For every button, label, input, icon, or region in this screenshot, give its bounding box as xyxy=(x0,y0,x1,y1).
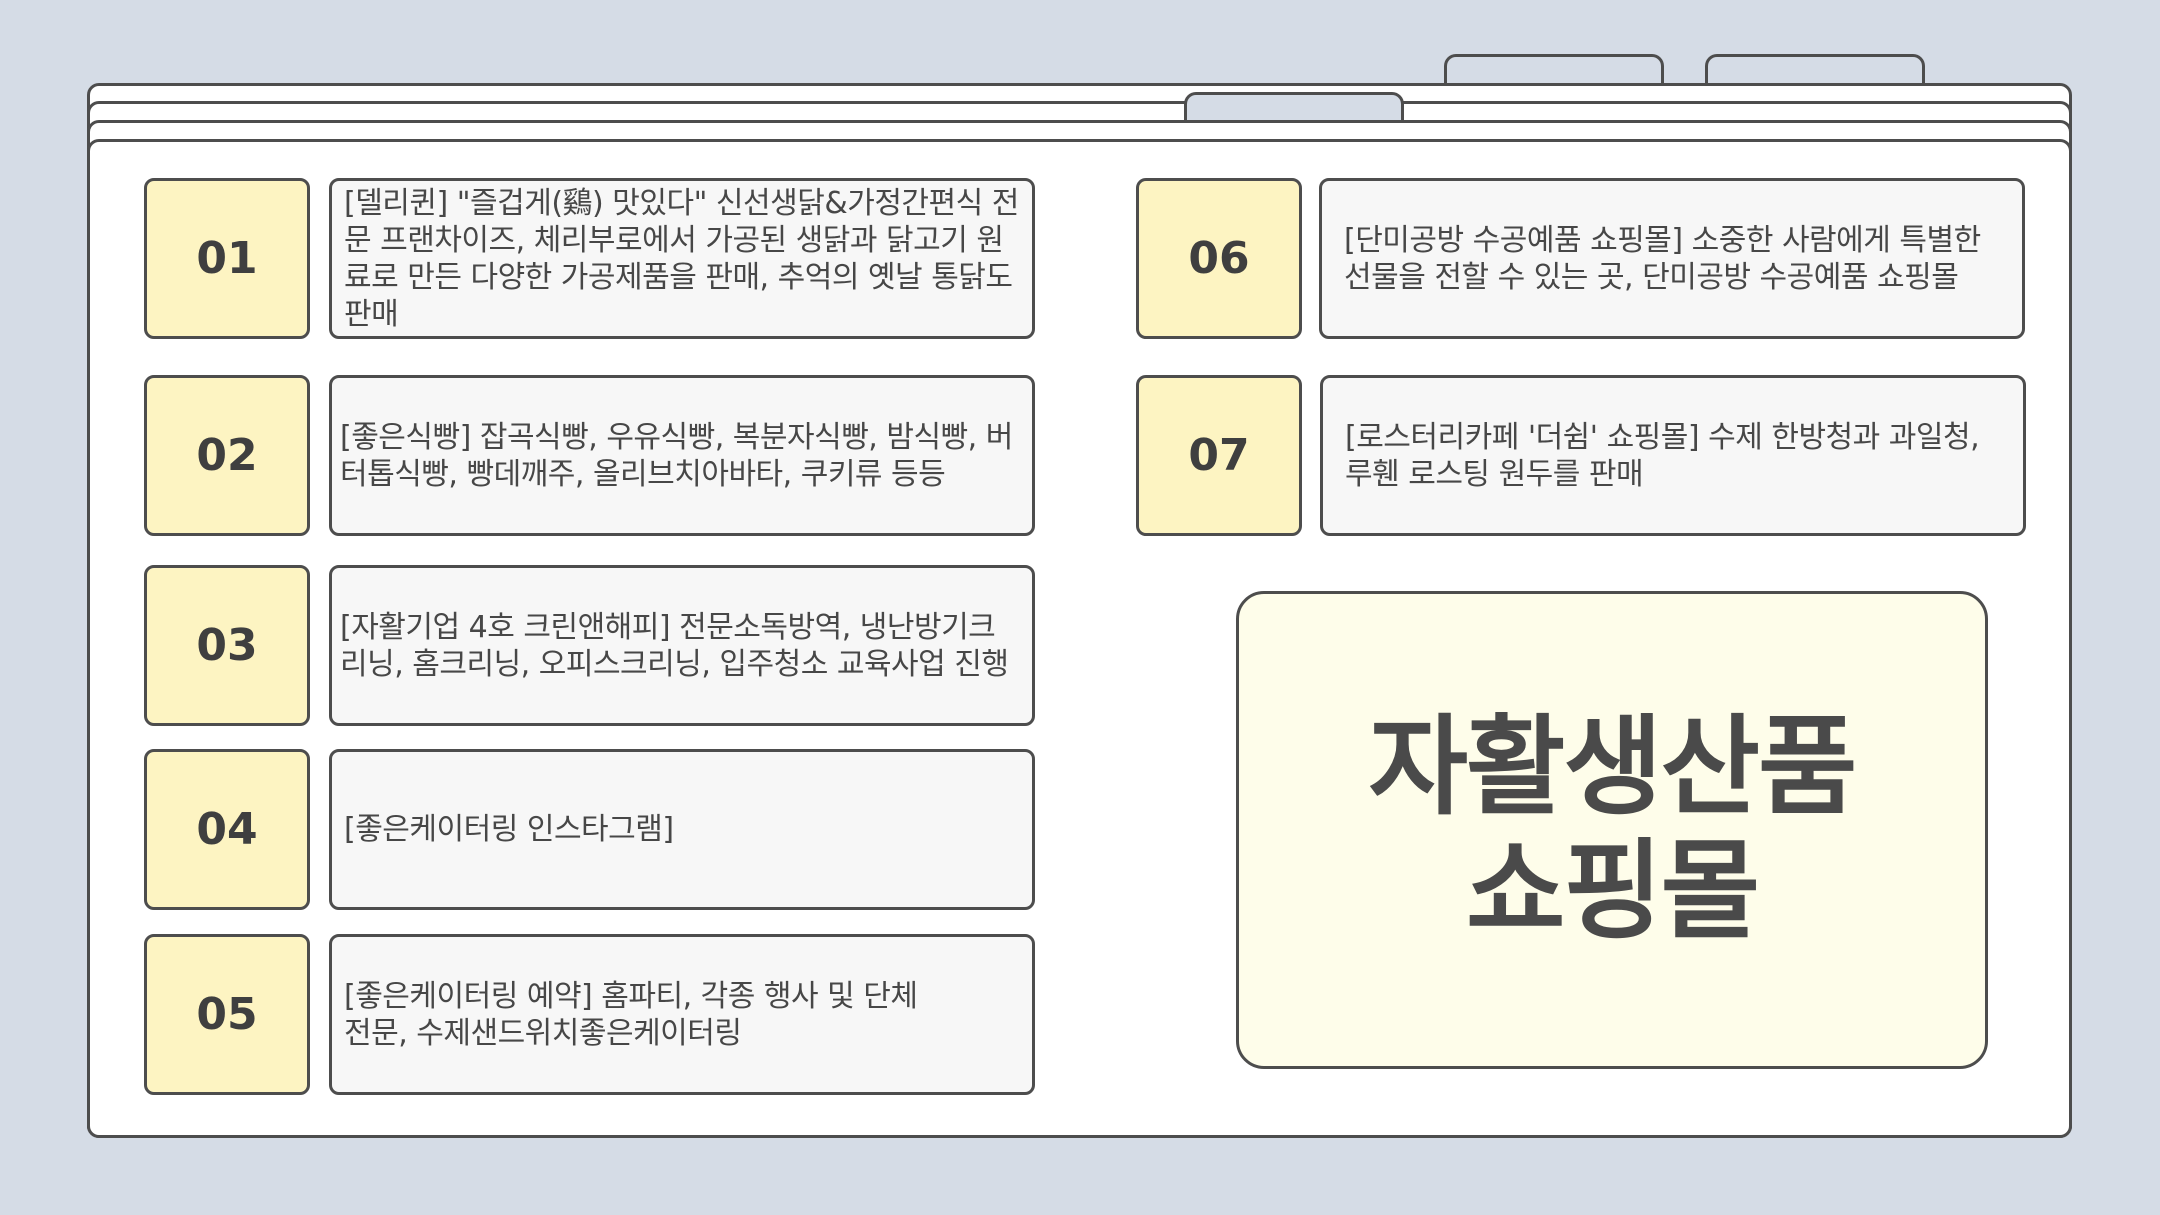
item-link-01[interactable]: [델리퀸] "즐겁게(鷄) 맛있다" 신선생닭&가정간편식 전문 프랜차이즈, … xyxy=(329,178,1035,339)
item-link-03[interactable]: [자활기업 4호 크린앤해피] 전문소독방역, 냉난방기크리닝, 홈크리닝, 오… xyxy=(329,565,1035,726)
item-text-02: [좋은식빵] 잡곡식빵, 우유식빵, 복분자식빵, 밤식빵, 버터톱식빵, 빵데… xyxy=(340,419,1013,492)
page-title-line-2: 쇼핑몰 xyxy=(1465,829,1760,954)
item-text-06: [단미공방 수공예품 쇼핑몰] 소중한 사람에게 특별한 선물을 전할 수 있는… xyxy=(1344,222,1981,295)
page-title-line-1: 자활생산품 xyxy=(1368,705,1858,830)
item-link-05[interactable]: [좋은케이터링 예약] 홈파티, 각종 행사 및 단체 전문, 수제샌드위치좋은… xyxy=(329,934,1035,1095)
item-text-07: [로스터리카페 '더쉼' 쇼핑몰] 수제 한방청과 과일청, 루휀 로스팅 원두… xyxy=(1345,419,1980,492)
item-number-07: 07 xyxy=(1136,375,1302,536)
item-text-05: [좋은케이터링 예약] 홈파티, 각종 행사 및 단체 전문, 수제샌드위치좋은… xyxy=(344,978,918,1051)
item-link-02[interactable]: [좋은식빵] 잡곡식빵, 우유식빵, 복분자식빵, 밤식빵, 버터톱식빵, 빵데… xyxy=(329,375,1035,536)
item-link-07[interactable]: [로스터리카페 '더쉼' 쇼핑몰] 수제 한방청과 과일청, 루휀 로스팅 원두… xyxy=(1320,375,2026,536)
page: 01 [델리퀸] "즐겁게(鷄) 맛있다" 신선생닭&가정간편식 전문 프랜차이… xyxy=(0,0,2160,1215)
item-number-03: 03 xyxy=(144,565,310,726)
item-text-04: [좋은케이터링 인스타그램] xyxy=(344,812,674,847)
item-number-06: 06 xyxy=(1136,178,1302,339)
item-number-04: 04 xyxy=(144,749,310,910)
item-number-01: 01 xyxy=(144,178,310,339)
item-link-04[interactable]: [좋은케이터링 인스타그램] xyxy=(329,749,1035,910)
item-number-02: 02 xyxy=(144,375,310,536)
page-title-card: 자활생산품 쇼핑몰 xyxy=(1236,591,1988,1069)
item-link-06[interactable]: [단미공방 수공예품 쇼핑몰] 소중한 사람에게 특별한 선물을 전할 수 있는… xyxy=(1319,178,2025,339)
item-number-05: 05 xyxy=(144,934,310,1095)
item-text-01: [델리퀸] "즐겁게(鷄) 맛있다" 신선생닭&가정간편식 전문 프랜차이즈, … xyxy=(344,185,1019,332)
item-text-03: [자활기업 4호 크린앤해피] 전문소독방역, 냉난방기크리닝, 홈크리닝, 오… xyxy=(340,609,1009,682)
